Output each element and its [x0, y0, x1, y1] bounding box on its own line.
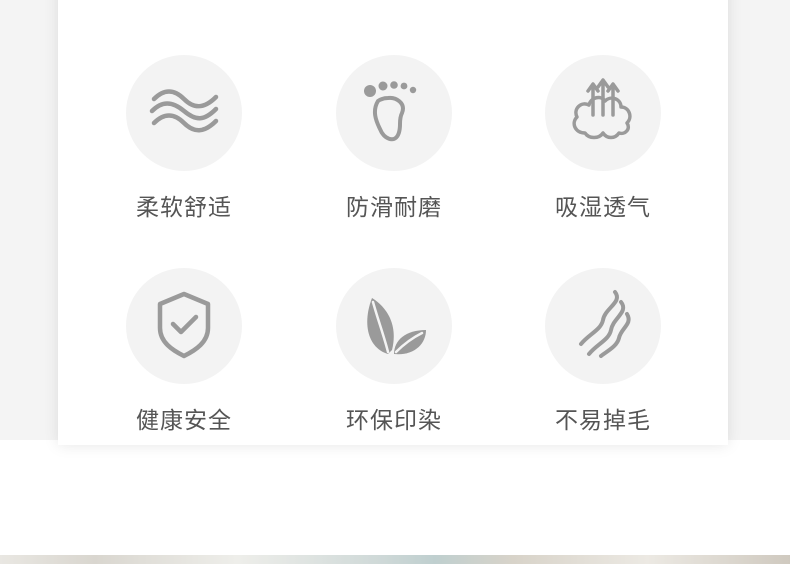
waves-icon: [144, 71, 224, 155]
photo-strip: [0, 555, 790, 564]
fibers-icon: [563, 284, 643, 368]
feature-label: 吸湿透气: [555, 195, 651, 221]
below-card-area: [0, 440, 790, 555]
feature-eco-dye: 环保印染: [314, 268, 474, 436]
feature-label: 健康安全: [136, 408, 232, 434]
feature-soft: 柔软舒适: [104, 55, 264, 223]
feature-no-shedding: 不易掉毛: [523, 268, 683, 436]
feature-label: 防滑耐磨: [346, 195, 442, 221]
cloud-arrows-icon: [563, 71, 643, 155]
feature-label: 柔软舒适: [136, 195, 232, 221]
shield-check-icon: [144, 284, 224, 368]
feature-antislip: 防滑耐磨: [314, 55, 474, 223]
footprint-icon: [354, 71, 434, 155]
feature-breathable: 吸湿透气: [523, 55, 683, 223]
feature-label: 环保印染: [346, 408, 442, 434]
feature-label: 不易掉毛: [555, 408, 651, 434]
feature-safe: 健康安全: [104, 268, 264, 436]
feature-grid: 柔软舒适 防滑耐磨 吸湿透气 健康安全 环保印染 不易掉毛: [0, 0, 790, 440]
leaves-icon: [354, 284, 434, 368]
